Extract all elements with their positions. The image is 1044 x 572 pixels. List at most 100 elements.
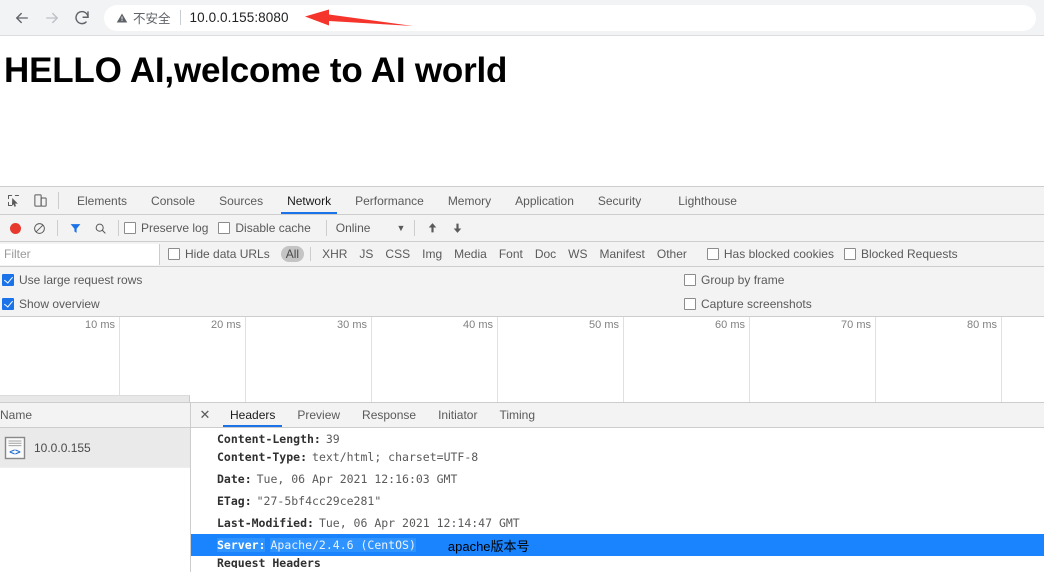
tab-application[interactable]: Application [503,187,586,214]
tab-sources[interactable]: Sources [207,187,275,214]
header-name: ETag: [217,494,252,508]
html-document-icon: <> [4,436,26,459]
server-annotation: apache版本号 [447,538,530,554]
type-filter-img[interactable]: Img [417,246,447,262]
tab-response[interactable]: Response [351,403,427,427]
tab-elements[interactable]: Elements [65,187,139,214]
import-har-button[interactable] [420,218,445,238]
export-har-button[interactable] [445,218,470,238]
tab-initiator[interactable]: Initiator [427,403,488,427]
use-large-request-rows-checkbox[interactable]: Use large request rows [2,273,142,287]
tabbar-divider [58,192,59,209]
type-filter-manifest[interactable]: Manifest [595,246,650,262]
timeline-tick: 30 ms [246,317,372,402]
header-value: "27-5bf4cc29ce281" [256,494,382,508]
header-name: Date: [217,472,252,486]
blocked-requests-label: Blocked Requests [860,247,958,261]
inspect-element-icon[interactable] [0,187,27,214]
address-bar[interactable]: 不安全 10.0.0.155:8080 [104,4,1036,31]
type-filter-other[interactable]: Other [652,246,692,262]
header-row-request-headers[interactable]: Request Headers [191,556,1044,568]
request-list-column-header[interactable]: Name [0,403,190,428]
response-headers-list[interactable]: Content-Length: 39 Content-Type: text/ht… [191,428,1044,572]
device-toolbar-icon[interactable] [27,187,54,214]
svg-text:<>: <> [9,447,21,458]
disable-cache-checkbox[interactable]: Disable cache [218,221,311,235]
back-arrow-icon[interactable] [8,4,36,32]
tab-timing[interactable]: Timing [488,403,546,427]
header-row[interactable]: Content-Length: 39 [191,428,1044,446]
type-filter-font[interactable]: Font [494,246,528,262]
reload-icon[interactable] [68,4,96,32]
request-name: 10.0.0.155 [34,440,91,455]
tab-preview[interactable]: Preview [286,403,351,427]
timeline-tick-label: 60 ms [715,319,745,331]
type-filter-media[interactable]: Media [449,246,492,262]
forward-arrow-icon[interactable] [38,4,66,32]
timeline-tick: 60 ms [624,317,750,402]
type-filter-ws[interactable]: WS [563,246,592,262]
preserve-log-checkbox[interactable]: Preserve log [124,221,208,235]
hide-data-urls-label: Hide data URLs [185,247,270,261]
tab-lighthouse[interactable]: Lighthouse [666,187,749,214]
clear-icon [34,222,45,234]
use-large-request-rows-label: Use large request rows [19,272,143,287]
has-blocked-cookies-label: Has blocked cookies [723,247,834,261]
group-by-frame-checkbox[interactable]: Group by frame [684,273,784,287]
type-filter-doc[interactable]: Doc [530,246,561,262]
close-glyph: ✕ [199,407,211,422]
blocked-requests-checkbox[interactable]: Blocked Requests [843,247,958,261]
page-viewport: HELLO AI,welcome to AI world [0,36,1044,186]
capture-screenshots-label: Capture screenshots [701,297,812,311]
download-arrow-icon [454,223,462,233]
overview-scrollbar[interactable] [0,395,190,402]
tab-label: Elements [77,193,128,208]
clear-button[interactable] [27,218,52,238]
request-detail-tabbar: ✕ Headers Preview Response Initiator Tim… [191,403,1044,428]
header-row[interactable]: Date: Tue, 06 Apr 2021 12:16:03 GMT [191,468,1044,490]
table-row[interactable]: <> 10.0.0.155 [0,428,190,468]
filter-input[interactable] [0,243,160,265]
header-name: Content-Length: [217,432,321,446]
header-row[interactable]: Content-Type: text/html; charset=UTF-8 [191,446,1044,468]
search-button[interactable] [88,218,113,238]
record-button[interactable] [4,218,27,238]
type-filter-js[interactable]: JS [354,246,378,262]
type-filter-xhr[interactable]: XHR [317,246,352,262]
tab-label: Memory [447,193,492,208]
tab-security[interactable]: Security [586,187,653,214]
timeline-tick-label: 30 ms [337,319,367,331]
network-split-pane: Name <> 10.0.0.155 ✕ Headers Preview Res… [0,403,1044,572]
timeline-tick-label: 80 ms [967,319,997,331]
network-filter-bar: Hide data URLs All XHR JS CSS Img Media … [0,242,1044,267]
hide-data-urls-checkbox[interactable]: Hide data URLs [168,247,270,261]
show-overview-checkbox[interactable]: Show overview [2,297,100,311]
tab-headers[interactable]: Headers [219,403,286,427]
tab-memory[interactable]: Memory [436,187,503,214]
header-row[interactable]: ETag: "27-5bf4cc29ce281" [191,490,1044,512]
type-filter-css[interactable]: CSS [380,246,415,262]
checkbox-box [168,248,180,260]
security-warning[interactable]: 不安全 [116,8,171,27]
timeline-tick-label: 40 ms [463,319,493,331]
request-detail-pane: ✕ Headers Preview Response Initiator Tim… [191,403,1044,572]
filter-toggle-button[interactable] [63,218,88,238]
checkbox-box [684,298,696,310]
tab-console[interactable]: Console [139,187,207,214]
tab-label: Application [515,193,574,208]
has-blocked-cookies-checkbox[interactable]: Has blocked cookies [706,247,834,261]
toolbar-divider [325,220,327,236]
header-row[interactable]: Last-Modified: Tue, 06 Apr 2021 12:14:47… [191,512,1044,534]
close-icon[interactable]: ✕ [191,403,219,427]
tab-network[interactable]: Network [275,187,343,214]
tab-label: Headers [230,408,276,422]
timeline-tick-label: 10 ms [85,319,115,331]
capture-screenshots-checkbox[interactable]: Capture screenshots [684,297,812,311]
type-filter-all[interactable]: All [280,246,305,262]
tab-performance[interactable]: Performance [343,187,436,214]
header-row-server[interactable]: Server: Apache/2.4.6 (CentOS) apache版本号 [191,534,1044,556]
column-header-name: Name [0,408,33,422]
throttling-dropdown[interactable]: Online ▼ [332,221,410,235]
checkbox-box [2,298,14,310]
network-overview-timeline[interactable]: 10 ms 20 ms 30 ms 40 ms 50 ms 60 ms 70 m… [0,317,1044,403]
